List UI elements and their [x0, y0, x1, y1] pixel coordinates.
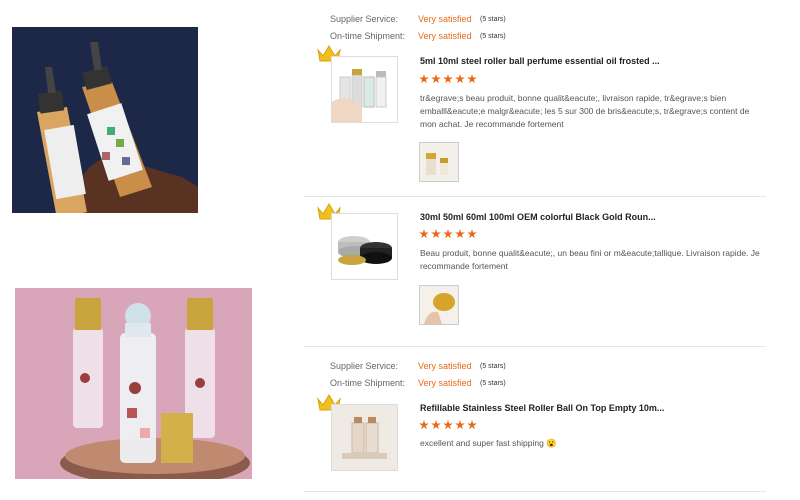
supplier-service-row: Supplier Service: Very satisfied (5 star… — [330, 361, 506, 371]
on-time-shipment-label: On-time Shipment: — [330, 378, 406, 388]
on-time-shipment-label: On-time Shipment: — [330, 31, 406, 41]
review-text: excellent and super fast shipping 😮 — [420, 438, 557, 448]
supplier-service-row: Supplier Service: Very satisfied (5 star… — [330, 14, 506, 24]
star-icon — [419, 74, 429, 84]
buyer-photo-roller-bottles[interactable] — [15, 288, 252, 479]
photo-illustration — [15, 288, 252, 479]
product-title[interactable]: Refillable Stainless Steel Roller Ball O… — [420, 403, 664, 413]
star-icon — [443, 74, 453, 84]
supplier-service-stars: (5 stars) — [480, 15, 506, 23]
on-time-shipment-row: On-time Shipment: Very satisfied (5 star… — [330, 378, 506, 388]
star-icon — [455, 74, 465, 84]
product-image — [332, 405, 397, 470]
buyer-photo-bottles-in-hand[interactable] — [12, 27, 198, 213]
review-photo-thumbnail[interactable] — [419, 142, 459, 182]
star-icon — [419, 229, 429, 239]
star-icon — [419, 420, 429, 430]
on-time-shipment-value: Very satisfied — [418, 31, 472, 41]
star-icon — [467, 420, 477, 430]
supplier-service-label: Supplier Service: — [330, 361, 399, 371]
star-icon — [455, 229, 465, 239]
rating-stars — [419, 74, 477, 84]
star-icon — [455, 420, 465, 430]
review-photo-thumbnail[interactable] — [419, 285, 459, 325]
review-divider — [304, 346, 766, 347]
photo-illustration — [12, 27, 198, 213]
product-image — [332, 69, 387, 122]
star-icon — [467, 74, 477, 84]
star-icon — [443, 420, 453, 430]
supplier-service-stars: (5 stars) — [480, 362, 506, 370]
supplier-service-label: Supplier Service: — [330, 14, 399, 24]
product-thumbnail[interactable] — [331, 213, 398, 280]
on-time-shipment-stars: (5 stars) — [480, 379, 506, 387]
rating-stars — [419, 229, 477, 239]
review-photo — [426, 153, 448, 175]
supplier-service-value: Very satisfied — [418, 361, 472, 371]
review-photo — [424, 293, 455, 324]
review-text: Beau produit, bonne qualit&eacute;, un b… — [420, 248, 760, 271]
star-icon — [431, 74, 441, 84]
product-thumbnail[interactable] — [331, 56, 398, 123]
review-divider — [304, 491, 766, 492]
supplier-service-value: Very satisfied — [418, 14, 472, 24]
on-time-shipment-stars: (5 stars) — [480, 32, 506, 40]
on-time-shipment-row: On-time Shipment: Very satisfied (5 star… — [330, 31, 506, 41]
product-title[interactable]: 5ml 10ml steel roller ball perfume essen… — [420, 56, 660, 66]
product-title[interactable]: 30ml 50ml 60ml 100ml OEM colorful Black … — [420, 212, 656, 222]
star-icon — [467, 229, 477, 239]
product-image — [338, 236, 392, 265]
rating-stars — [419, 420, 477, 430]
review-divider — [304, 196, 766, 197]
on-time-shipment-value: Very satisfied — [418, 378, 472, 388]
star-icon — [431, 229, 441, 239]
star-icon — [431, 420, 441, 430]
product-thumbnail[interactable] — [331, 404, 398, 471]
star-icon — [443, 229, 453, 239]
review-text: tr&egrave;s beau produit, bonne qualit&e… — [420, 93, 750, 129]
